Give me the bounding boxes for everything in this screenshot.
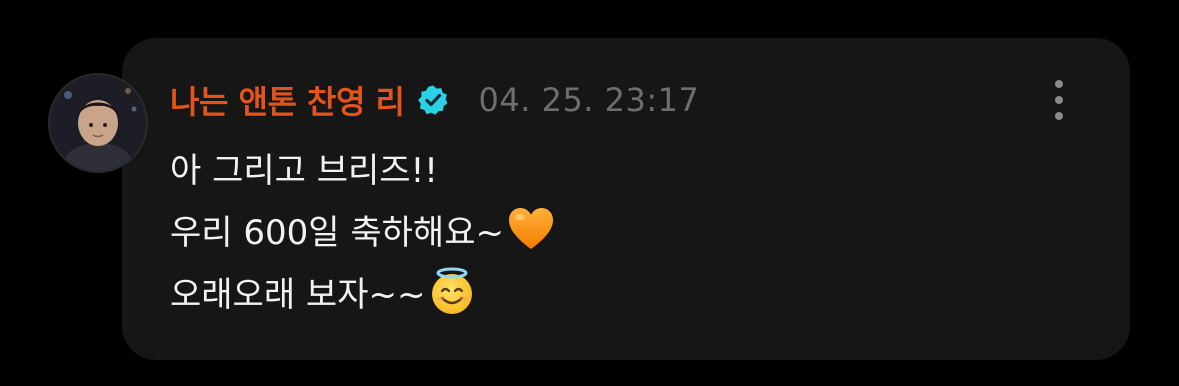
smiling-face-with-halo-icon bbox=[427, 266, 477, 316]
avatar-image bbox=[50, 75, 146, 171]
more-vertical-icon[interactable] bbox=[1046, 80, 1072, 120]
message-line-3: 오래오래 보자~~ bbox=[170, 264, 1030, 326]
avatar[interactable] bbox=[48, 73, 148, 173]
author-name[interactable]: 나는 앤톤 찬영 리 bbox=[170, 77, 405, 123]
comment-message: 아 그리고 브리즈!! 우리 600일 축하해요~ 오래오래 보자~~ bbox=[170, 140, 1030, 326]
comment-header: 나는 앤톤 찬영 리 04. 25. 23:17 bbox=[170, 78, 699, 122]
timestamp: 04. 25. 23:17 bbox=[478, 81, 700, 119]
message-line-1: 아 그리고 브리즈!! bbox=[170, 151, 438, 191]
verified-badge-icon bbox=[417, 84, 449, 116]
message-line-2: 우리 600일 축하해요~ bbox=[170, 202, 1030, 264]
orange-heart-icon bbox=[506, 204, 556, 254]
